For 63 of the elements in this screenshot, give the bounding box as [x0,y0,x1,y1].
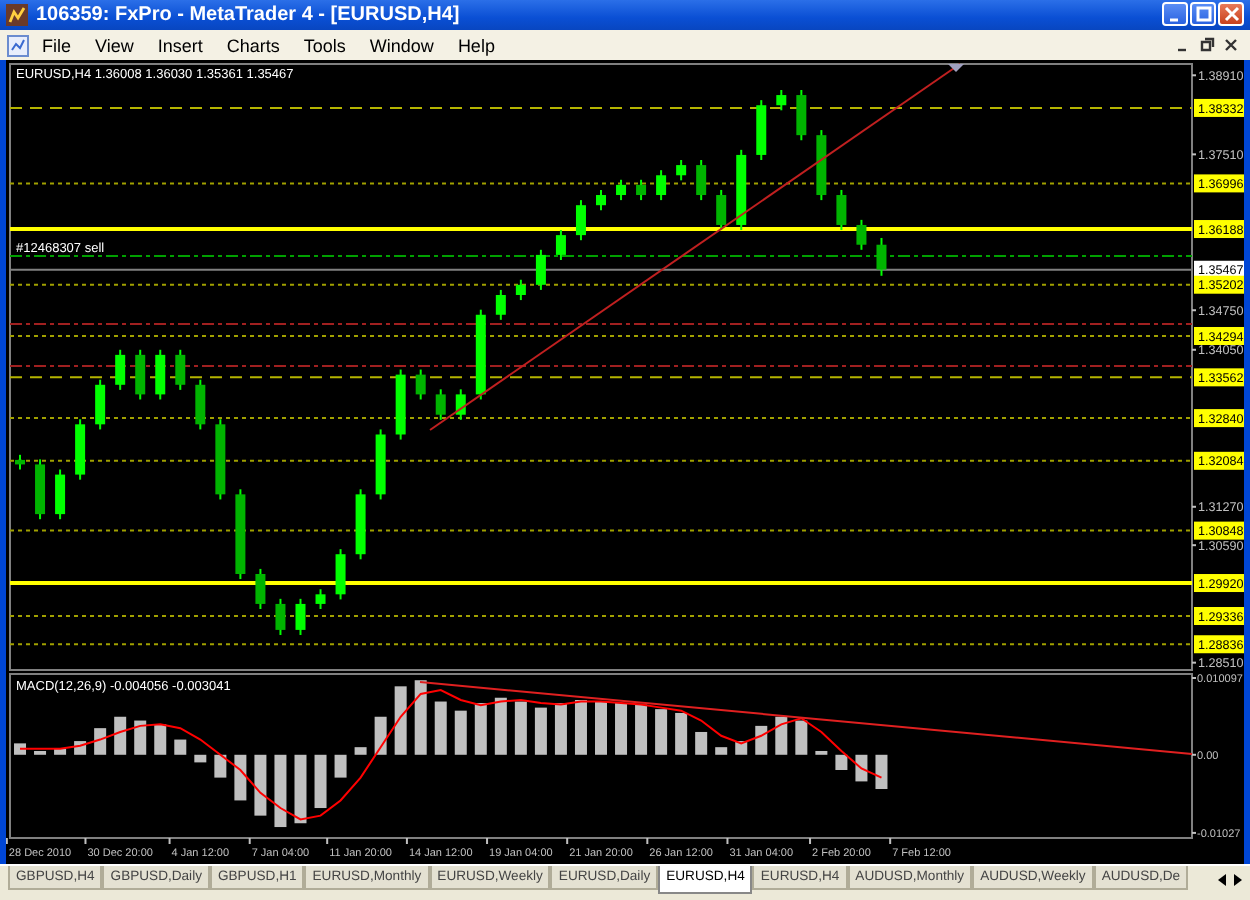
candle [175,349,186,392]
candle [876,237,887,278]
candle [555,229,566,262]
candle [636,179,647,202]
candle [676,159,687,183]
menu-item[interactable]: Tools [291,35,358,56]
menu-item[interactable]: Window [357,35,446,56]
candle [395,369,406,442]
candle [475,309,486,402]
candle [816,129,827,202]
close-icon[interactable] [1222,36,1240,55]
candle [95,379,106,432]
close-icon [1223,6,1239,23]
candle [155,349,166,402]
minimize-button[interactable] [1162,2,1188,27]
menu-item[interactable]: Help [445,35,507,56]
candle [135,349,146,402]
scroll-left-icon[interactable] [1216,872,1228,889]
window-title: 106359: FxPro - MetaTrader 4 - [EURUSD,H4] [36,3,462,26]
app-icon [6,3,28,26]
candle [616,179,627,202]
candle [275,598,286,637]
candle [355,489,366,561]
menu-item[interactable]: File [30,35,84,56]
chart-window-icon[interactable] [6,33,30,58]
candle [495,289,506,322]
menu-item[interactable]: View [83,35,146,56]
candle [756,99,767,162]
candle [856,219,867,252]
candle [836,189,847,232]
candle [195,379,206,432]
candle [796,89,807,142]
candle [55,469,66,521]
candle [215,418,226,502]
candle [295,598,306,637]
candle [35,459,46,521]
candle [115,349,126,392]
candle [335,548,346,602]
candle [435,389,446,422]
candle [716,189,727,232]
candle [696,159,707,202]
candle [455,389,466,422]
candle [375,429,386,502]
candle [596,189,606,212]
candle [656,169,667,202]
candle [736,149,747,232]
candle [75,418,86,482]
candle [235,489,246,581]
scroll-right-icon[interactable] [1232,872,1244,889]
candle [255,568,266,611]
maximize-button[interactable] [1190,2,1216,27]
candle [535,249,546,292]
candle [515,279,526,302]
candle [415,369,426,402]
close-button[interactable] [1218,2,1244,27]
menu-item[interactable]: Charts [214,35,292,56]
candle [15,454,25,472]
maximize-icon [1195,6,1211,23]
candle [315,588,326,611]
menu-item[interactable]: Insert [145,35,215,56]
candle [776,89,787,113]
candle [575,199,586,242]
restore-icon[interactable] [1198,36,1216,55]
